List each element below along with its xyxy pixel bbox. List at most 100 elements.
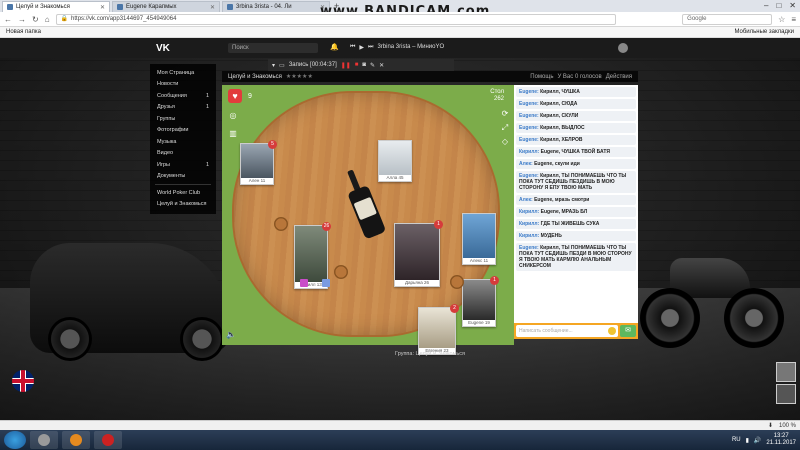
expand-icon[interactable]: ⤢ <box>500 123 510 133</box>
player-card[interactable]: Дарьяна 26 1 <box>394 220 443 287</box>
award-icon[interactable]: ◎ <box>228 111 238 121</box>
forward-icon[interactable]: → <box>18 15 26 24</box>
group-link[interactable]: Группа: Целуй и Знакомься <box>222 351 638 359</box>
vk-logo[interactable]: VK <box>156 43 170 54</box>
chat-message: Eugene: Кирилл, СКУЛИ <box>516 111 636 121</box>
player-photo <box>463 214 495 258</box>
browser-search-field[interactable]: Google <box>682 13 773 25</box>
chat-message: Eugene: Кирилл, ХЕЛРОВ <box>516 135 636 145</box>
tab-celui[interactable]: Целуй и Знакомься ✕ <box>2 1 110 12</box>
chat-message: Кирилл: Eugene, МРАЗЬ БЛ <box>516 207 636 217</box>
window-icon[interactable]: ▭ <box>279 62 285 69</box>
menu-item-video[interactable]: Видео <box>150 148 216 160</box>
close-recorder-icon[interactable]: ✕ <box>379 62 384 69</box>
menu-item-celui[interactable]: Целуй и Знакомься <box>150 199 216 211</box>
now-playing: 3rbina 3rista – МиниоYO <box>377 44 445 50</box>
notifications-icon[interactable]: 🔔 <box>330 43 339 51</box>
pen-icon[interactable]: ✎ <box>370 62 375 69</box>
uk-flag-icon[interactable] <box>12 370 34 392</box>
back-icon[interactable]: ← <box>4 15 12 24</box>
menu-item-groups[interactable]: Группы <box>150 113 216 125</box>
network-icon[interactable]: ▮ <box>746 437 749 444</box>
reload-icon[interactable]: ↻ <box>32 15 39 24</box>
stop-icon[interactable]: ■ <box>355 62 359 68</box>
app-rating: ★★★★★ <box>285 74 313 80</box>
menu-item-games[interactable]: Игры 1 <box>150 159 216 171</box>
next-icon[interactable]: ⏭ <box>368 44 373 51</box>
star-icon[interactable]: ☆ <box>778 15 785 24</box>
teddy-gift-icon <box>334 265 348 279</box>
volume-icon[interactable]: 🔊 <box>754 437 761 444</box>
gift-icon <box>300 279 308 287</box>
player-card[interactable]: Алекс 11 <box>462 213 496 265</box>
clock[interactable]: 13:27 21.11.2017 <box>766 433 796 447</box>
hearts-counter[interactable]: ♥ 9 <box>228 89 252 103</box>
language-indicator[interactable]: RU <box>732 437 741 443</box>
minimize-icon[interactable]: – <box>764 1 768 10</box>
chat-message: Алек: Eugene, мразь смотри <box>516 195 636 205</box>
bandicam-icon <box>102 434 114 446</box>
player-card[interactable]: Eugene 19 1 <box>462 276 499 327</box>
tab-music[interactable]: 3rbina 3rista - 04. Ли ✕ <box>222 1 330 12</box>
stats-icon[interactable]: ▥ <box>228 129 238 139</box>
chat-input-placeholder: Написать сообщение... <box>519 328 573 334</box>
zoom-level[interactable]: 100 % <box>779 423 796 429</box>
actions-link[interactable]: Действия <box>606 74 632 80</box>
gift-icon <box>322 279 330 287</box>
player-badge: 5 <box>268 140 277 149</box>
menu-item-music[interactable]: Музыка <box>150 136 216 148</box>
menu-item-photos[interactable]: Фотографии <box>150 125 216 137</box>
friends-sidebar <box>776 362 796 406</box>
taskbar-app[interactable] <box>30 431 58 449</box>
vk-search-input[interactable]: Поиск <box>228 43 318 53</box>
maximize-icon[interactable]: □ <box>776 1 781 10</box>
tab-eugene[interactable]: Eugene Карапмых ✕ <box>112 1 220 12</box>
taskbar-app[interactable] <box>94 431 122 449</box>
user-avatar[interactable] <box>618 43 628 53</box>
window-controls: – □ ✕ <box>764 1 796 10</box>
menu-item-poker[interactable]: World Poker Club <box>150 187 216 199</box>
menu-icon[interactable]: ≡ <box>791 15 796 24</box>
refresh-icon[interactable]: ⟳ <box>500 109 510 119</box>
car-wheel <box>48 317 92 361</box>
tag-icon[interactable]: ◇ <box>500 137 510 147</box>
prev-icon[interactable]: ⏮ <box>350 44 355 51</box>
start-button[interactable] <box>4 431 26 449</box>
home-icon[interactable]: ⌂ <box>45 15 50 24</box>
close-tab-icon[interactable]: ✕ <box>100 4 105 11</box>
help-link[interactable]: Помощь <box>530 74 553 80</box>
player-card[interactable]: Ален 11 5 <box>240 140 277 185</box>
url-field[interactable]: 🔒 https://vk.com/app3144697_454949064 <box>55 13 616 25</box>
smile-icon[interactable] <box>608 327 616 335</box>
close-window-icon[interactable]: ✕ <box>789 1 796 10</box>
send-icon[interactable]: ✉ <box>620 325 636 337</box>
friend-avatar[interactable] <box>776 362 796 382</box>
chat-input-bar: Написать сообщение... ✉ <box>514 323 638 339</box>
bookmark-folder[interactable]: Новая папка <box>6 29 41 35</box>
menu-item-documents[interactable]: Документы <box>150 171 216 183</box>
play-icon[interactable]: ▶ <box>359 44 364 51</box>
pause-icon[interactable]: ❚❚ <box>341 62 351 69</box>
vk-header: VK Поиск 🔔 ⏮ ▶ ⏭ 3rbina 3rista – МиниоYO <box>0 38 800 58</box>
votes-label: У Вас 0 голосов <box>557 73 602 80</box>
recording-toolbar: ▾ ▭ Запись [00:04:37] ❚❚ ■ ◙ ✎ ✕ <box>268 59 454 71</box>
player-card[interactable]: Алла 45 <box>378 140 412 182</box>
close-tab-icon[interactable]: ✕ <box>210 4 215 11</box>
chat-input[interactable]: Написать сообщение... <box>516 325 618 337</box>
menu-item-friends[interactable]: Друзья 1 <box>150 102 216 114</box>
menu-item-my-page[interactable]: Моя Страница <box>150 67 216 79</box>
sound-icon[interactable]: 🔈 <box>226 330 236 339</box>
dropdown-icon[interactable]: ▾ <box>272 62 275 69</box>
player-badge: 1 <box>490 276 499 285</box>
taskbar-app[interactable] <box>62 431 90 449</box>
menu-item-messages[interactable]: Сообщения 1 <box>150 90 216 102</box>
audio-player[interactable]: ⏮ ▶ ⏭ 3rbina 3rista – МиниоYO <box>350 44 444 51</box>
player-card[interactable]: Евгения 23 2 <box>418 304 459 355</box>
bookmark-mobile[interactable]: Мобильные закладки <box>734 29 794 35</box>
player-name: Eugene 19 <box>463 320 495 326</box>
download-icon[interactable]: ⬇ <box>768 422 773 429</box>
menu-item-news[interactable]: Новости <box>150 79 216 91</box>
friend-avatar[interactable] <box>776 384 796 404</box>
player-photo <box>295 226 327 282</box>
camera-icon[interactable]: ◙ <box>362 62 366 68</box>
